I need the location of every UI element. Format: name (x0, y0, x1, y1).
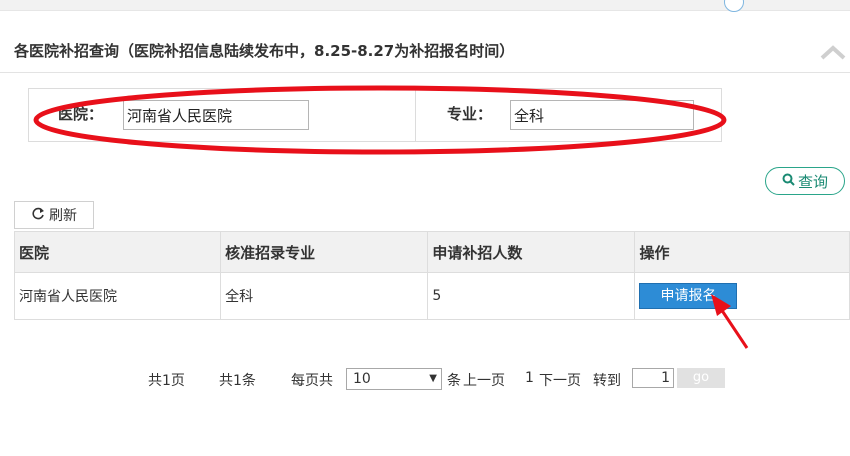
total-items: 共1条 (219, 373, 256, 389)
search-icon (782, 172, 795, 190)
per-page-select[interactable]: 10 ▼ (346, 368, 442, 390)
goto-page-input[interactable]: 1 (632, 368, 674, 388)
per-page-value: 10 (353, 371, 371, 387)
refresh-button-label: 刷新 (49, 208, 77, 224)
red-annotation-arrow (711, 294, 749, 349)
table-header-row: 医院 核准招录专业 申请补招人数 操作 (13, 231, 850, 273)
items-suffix: 条 (447, 373, 461, 389)
title-divider (0, 72, 850, 73)
column-header-count: 申请补招人数 (427, 231, 636, 273)
query-button[interactable]: 查询 (765, 167, 845, 195)
refresh-icon (31, 206, 45, 225)
cell-major: 全科 (220, 272, 429, 320)
current-page: 1 (525, 370, 534, 386)
column-header-hospital: 医院 (13, 231, 222, 273)
query-button-label: 查询 (797, 172, 828, 191)
column-header-action: 操作 (634, 231, 850, 273)
cell-count: 5 (427, 272, 636, 320)
red-annotation-ellipse (33, 85, 727, 155)
panel-title: 各医院补招查询（医院补招信息陆续发布中，8.25-8.27为补招报名时间） (14, 42, 515, 60)
per-page-label: 每页共 (291, 373, 333, 389)
next-page-link[interactable]: 下一页 (539, 370, 581, 390)
prev-page-link[interactable]: 上一页 (463, 370, 505, 390)
go-button[interactable]: go (677, 368, 725, 388)
pagination: 共1页 共1条 每页共 10 ▼ 条 上一页 1 下一页 转到 1 go (0, 368, 850, 392)
chevron-down-icon: ▼ (429, 373, 437, 384)
total-pages: 共1页 (148, 373, 185, 389)
column-header-major: 核准招录专业 (220, 231, 429, 273)
goto-label: 转到 (593, 373, 621, 389)
cell-hospital: 河南省人民医院 (13, 272, 222, 320)
refresh-button[interactable]: 刷新 (14, 201, 94, 229)
top-strip (0, 0, 850, 11)
